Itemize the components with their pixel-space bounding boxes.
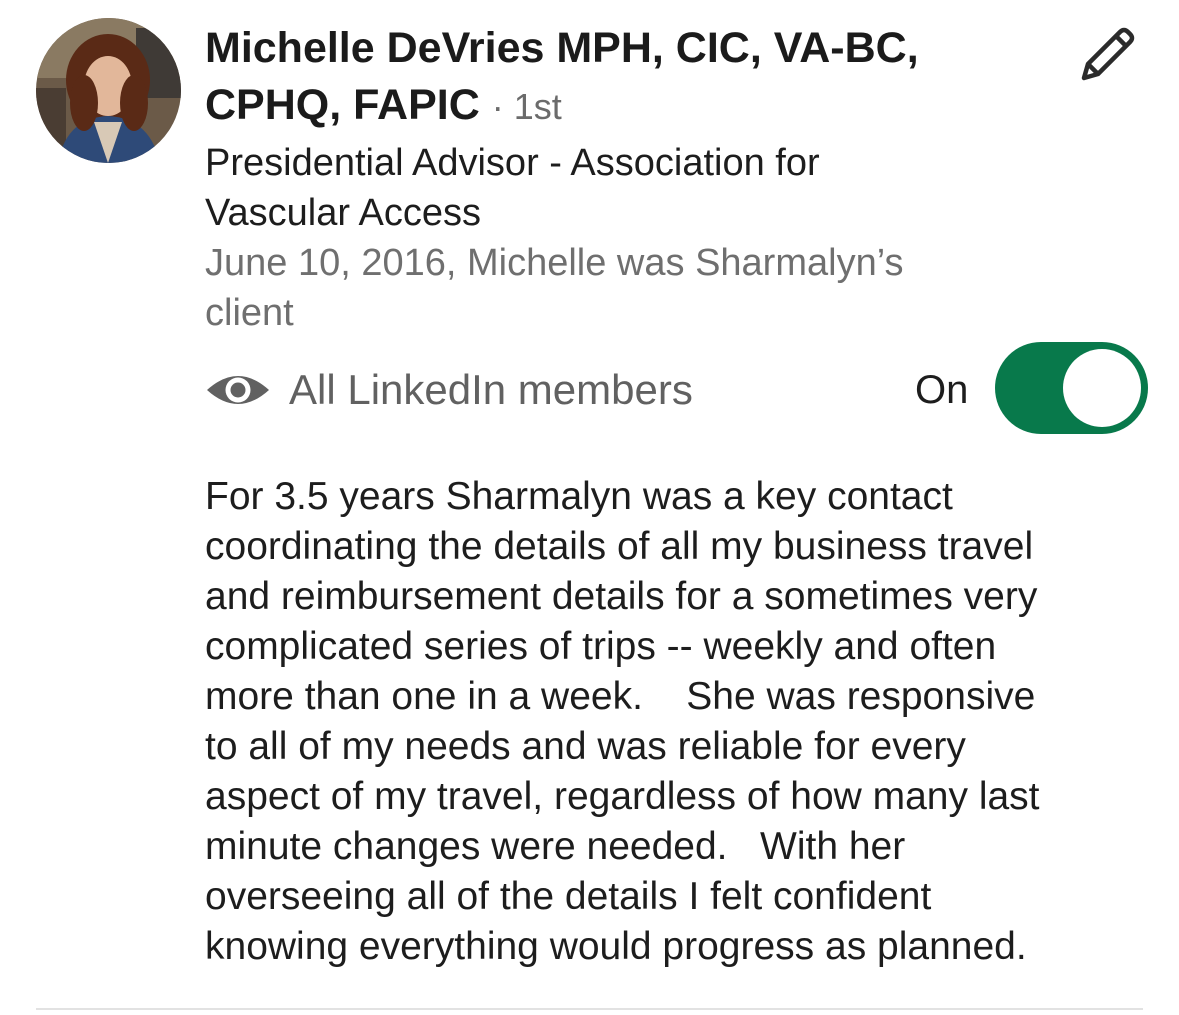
recommendation-line: coordinating the details of all my busin… (205, 525, 1034, 568)
visibility-toggle[interactable] (995, 342, 1148, 434)
recommendation-line: more than one in a week. She was respons… (205, 675, 1036, 718)
toggle-state-label: On (915, 368, 969, 412)
recommendation-line: minute changes were needed. With her (205, 825, 906, 868)
relationship-info: June 10, 2016, Michelle was Sharmalyn’s … (205, 242, 904, 334)
recommendation-line: For 3.5 years Sharmalyn was a key contac… (205, 475, 953, 518)
eye-icon (205, 370, 271, 410)
connection-degree: · 1st (491, 86, 562, 127)
divider (36, 1008, 1143, 1010)
visibility-setting[interactable]: All LinkedIn members (205, 362, 693, 418)
recommendation-line: overseeing all of the details I felt con… (205, 875, 932, 918)
recommendation-line: to all of my needs and was reliable for … (205, 725, 966, 768)
toggle-knob (1063, 349, 1141, 427)
recommendation-line: knowing everything would progress as pla… (205, 925, 1027, 968)
recommendation-line: complicated series of trips -- weekly an… (205, 625, 997, 668)
pencil-icon[interactable] (1076, 24, 1138, 86)
visibility-label: All LinkedIn members (289, 366, 693, 413)
recommender-headline: Presidential Advisor - Association for V… (205, 142, 820, 234)
avatar[interactable] (36, 18, 181, 163)
recommendation-text: For 3.5 years Sharmalyn was a key contac… (205, 472, 1150, 972)
recommendation-line: aspect of my travel, regardless of how m… (205, 775, 1040, 818)
recommender-name-text[interactable]: Michelle DeVries MPH, CIC, VA-BC, CPHQ, … (205, 24, 919, 129)
recommendation-line: and reimbursement details for a sometime… (205, 575, 1038, 618)
recommender-name[interactable]: Michelle DeVries MPH, CIC, VA-BC, CPHQ, … (205, 20, 965, 135)
